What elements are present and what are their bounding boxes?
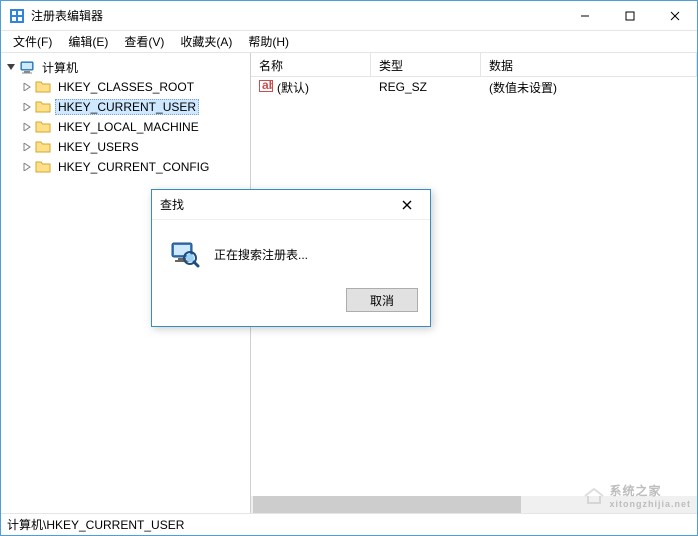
folder-icon (35, 159, 51, 175)
tree-key-label: HKEY_CLASSES_ROOT (55, 79, 197, 95)
tree-key-hkcc[interactable]: HKEY_CURRENT_CONFIG (1, 157, 250, 177)
menu-favorites[interactable]: 收藏夹(A) (172, 31, 240, 52)
dialog-body: 正在搜索注册表... (152, 220, 430, 278)
titlebar: 注册表编辑器 (1, 1, 697, 31)
list-header: 名称 类型 数据 (251, 53, 697, 77)
tree-key-hkcu[interactable]: HKEY_CURRENT_USER (1, 97, 250, 117)
menu-edit[interactable]: 编辑(E) (60, 31, 116, 52)
folder-icon (35, 139, 51, 155)
menubar: 文件(F) 编辑(E) 查看(V) 收藏夹(A) 帮助(H) (1, 31, 697, 53)
maximize-button[interactable] (607, 1, 652, 30)
column-name[interactable]: 名称 (251, 53, 371, 76)
tree-key-hkcr[interactable]: HKEY_CLASSES_ROOT (1, 77, 250, 97)
expander-icon[interactable] (5, 61, 17, 73)
dialog-button-row: 取消 (152, 278, 430, 326)
dialog-titlebar[interactable]: 查找 (152, 190, 430, 220)
value-name: (默认) (277, 79, 309, 96)
computer-icon (19, 59, 35, 75)
expander-icon[interactable] (21, 121, 33, 133)
folder-icon (35, 119, 51, 135)
scrollbar-thumb[interactable] (253, 496, 521, 513)
tree-key-hku[interactable]: HKEY_USERS (1, 137, 250, 157)
status-path: 计算机\HKEY_CURRENT_USER (7, 516, 184, 533)
svg-text:ab: ab (262, 79, 273, 92)
string-value-icon: ab (259, 79, 273, 96)
menu-file[interactable]: 文件(F) (5, 31, 60, 52)
tree-key-label: HKEY_LOCAL_MACHINE (55, 119, 202, 135)
expander-icon[interactable] (21, 81, 33, 93)
menu-help[interactable]: 帮助(H) (240, 31, 297, 52)
tree-root-label: 计算机 (39, 58, 81, 77)
cancel-button[interactable]: 取消 (346, 288, 418, 312)
registry-editor-window: 注册表编辑器 文件(F) 编辑(E) 查看(V) 收藏夹(A) 帮助(H) (0, 0, 698, 536)
tree-key-hklm[interactable]: HKEY_LOCAL_MACHINE (1, 117, 250, 137)
expander-icon[interactable] (21, 161, 33, 173)
expander-icon[interactable] (21, 101, 33, 113)
cell-name: ab (默认) (251, 79, 371, 96)
app-icon (9, 8, 25, 24)
close-button[interactable] (652, 1, 697, 30)
tree-key-label: HKEY_USERS (55, 139, 142, 155)
menu-view[interactable]: 查看(V) (116, 31, 172, 52)
tree-key-label: HKEY_CURRENT_USER (55, 99, 199, 115)
window-title: 注册表编辑器 (31, 7, 103, 24)
dialog-title: 查找 (160, 196, 392, 213)
cell-type: REG_SZ (371, 80, 481, 94)
horizontal-scrollbar[interactable] (251, 496, 697, 513)
find-dialog: 查找 正在搜索注册表... 取消 (151, 189, 431, 327)
folder-icon (35, 99, 51, 115)
tree-root-computer[interactable]: 计算机 (1, 57, 250, 77)
tree-key-label: HKEY_CURRENT_CONFIG (55, 159, 212, 175)
folder-icon (35, 79, 51, 95)
dialog-message: 正在搜索注册表... (214, 246, 308, 263)
column-data[interactable]: 数据 (481, 53, 697, 76)
expander-icon[interactable] (21, 141, 33, 153)
search-computer-icon (168, 238, 200, 270)
dialog-close-button[interactable] (392, 191, 422, 219)
cell-data: (数值未设置) (481, 79, 697, 96)
list-row[interactable]: ab (默认) REG_SZ (数值未设置) (251, 77, 697, 97)
column-type[interactable]: 类型 (371, 53, 481, 76)
minimize-button[interactable] (562, 1, 607, 30)
statusbar: 计算机\HKEY_CURRENT_USER (1, 513, 697, 535)
